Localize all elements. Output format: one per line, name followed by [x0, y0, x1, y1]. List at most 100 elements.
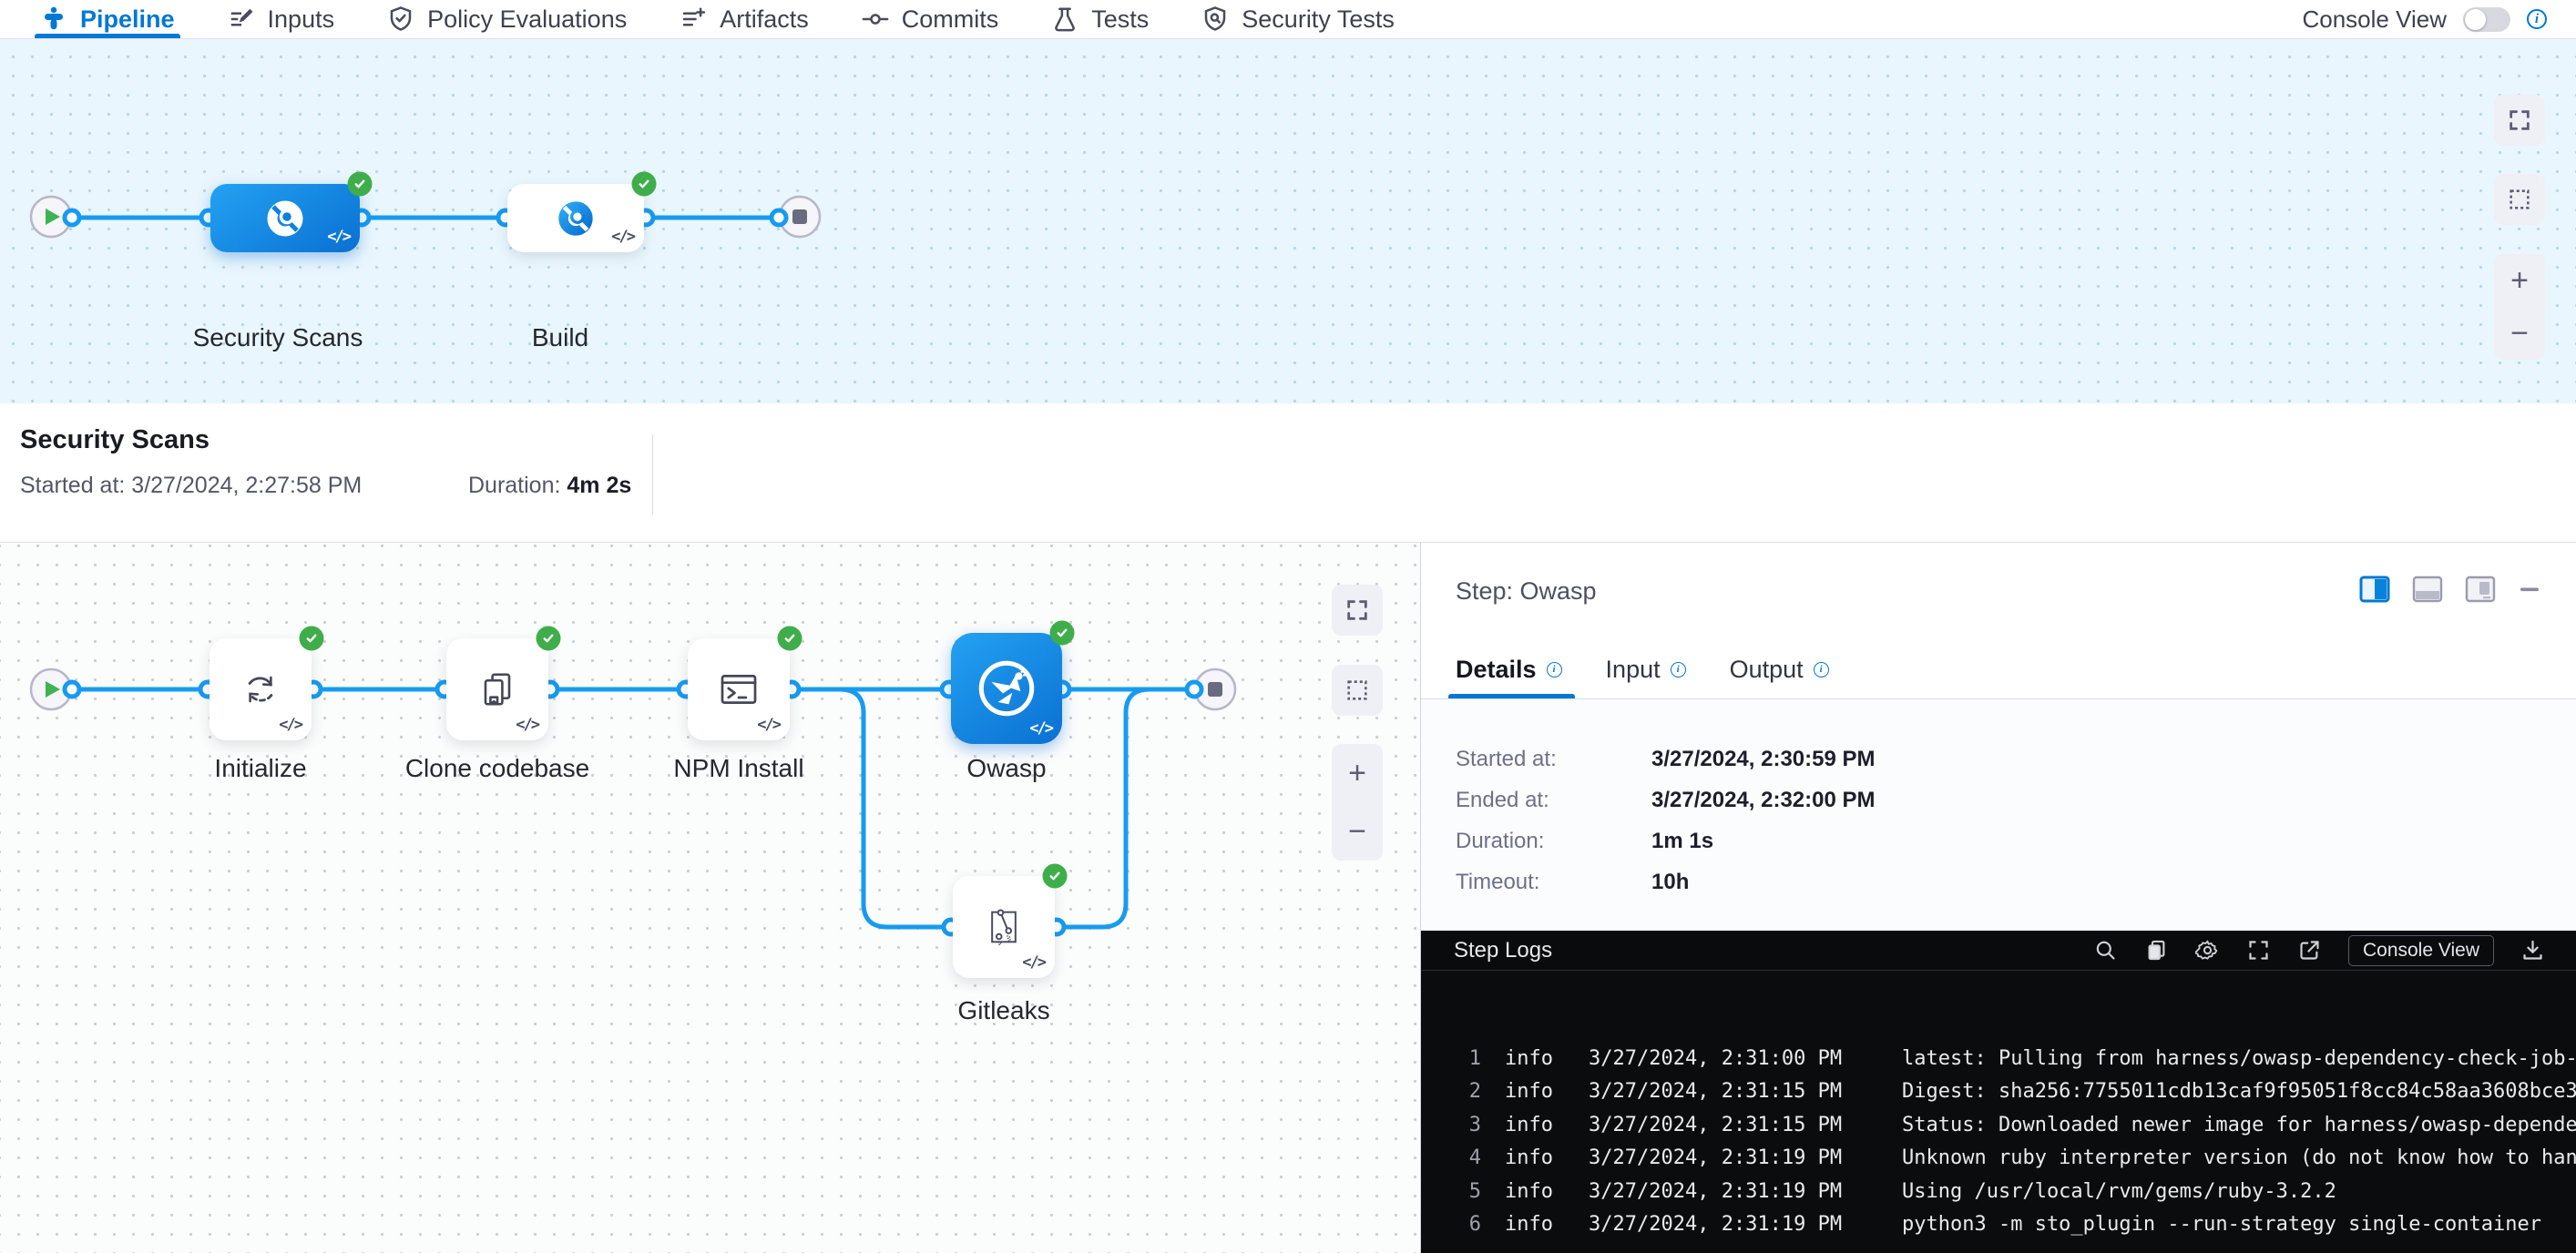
info-icon[interactable]: i	[1547, 662, 1562, 677]
tab-security-tests[interactable]: Security Tests	[1201, 0, 1395, 38]
zoom-out-button[interactable]: −	[1348, 816, 1366, 847]
search-icon[interactable]	[2093, 938, 2118, 963]
stage-graph-canvas[interactable]: </> Security Scans </> Build	[0, 39, 2576, 403]
step-label-gitleaks[interactable]: Gitleaks	[957, 996, 1049, 1025]
tab-tests[interactable]: Tests	[1051, 0, 1149, 38]
code-chip-icon: </>	[1022, 953, 1045, 972]
detail-value: 1m 1s	[1651, 829, 1713, 854]
tab-input[interactable]: Input i	[1606, 640, 1686, 698]
step-graph-canvas[interactable]: </> Initialize </> Clone codebase	[0, 543, 1421, 1253]
fullscreen-logs-icon[interactable]	[2246, 938, 2271, 963]
stage-connectors	[0, 39, 2576, 403]
console-view-button[interactable]: Console View	[2348, 935, 2494, 966]
tab-commits-label: Commits	[902, 5, 999, 34]
marquee-select-button[interactable]	[1332, 665, 1383, 716]
step-label-clone-codebase[interactable]: Clone codebase	[405, 754, 589, 783]
panel-window-controls	[2359, 576, 2541, 603]
tab-policy-evaluations[interactable]: Policy Evaluations	[387, 0, 627, 38]
layout-floating-icon[interactable]	[2465, 576, 2496, 603]
copy-icon[interactable]	[2144, 938, 2169, 963]
step-node-gitleaks[interactable]: </>	[953, 876, 1055, 978]
tab-pipeline[interactable]: Pipeline	[40, 0, 175, 38]
stage-node-security-scans[interactable]: </>	[210, 184, 360, 252]
zoom-out-button[interactable]: −	[2510, 318, 2529, 349]
log-level: info	[1505, 1146, 1558, 1169]
tab-output[interactable]: Output i	[1730, 640, 1829, 698]
step-node-owasp[interactable]: </>	[951, 633, 1062, 744]
check-icon	[541, 631, 557, 647]
info-icon[interactable]: i	[1814, 662, 1829, 677]
tab-inputs[interactable]: Inputs	[228, 0, 335, 38]
step-logs-body[interactable]: 1 info 3/27/2024, 2:31:00 PM latest: Pul…	[1421, 971, 2576, 1253]
policy-evaluations-icon	[387, 5, 414, 33]
marquee-select-button[interactable]	[2494, 174, 2545, 225]
tab-artifacts[interactable]: Artifacts	[680, 0, 809, 38]
layout-split-right-icon[interactable]	[2359, 576, 2390, 603]
gitleaks-icon	[978, 902, 1029, 952]
top-nav: Pipeline Inputs Policy Evaluations	[0, 0, 2576, 39]
nav-tabs: Pipeline Inputs Policy Evaluations	[40, 0, 1395, 38]
log-message: Digest: sha256:7755011cdb13caf9f95051f8c…	[1902, 1080, 2576, 1103]
step-node-npm-install[interactable]: </>	[688, 638, 790, 740]
inputs-icon	[228, 5, 255, 33]
fullscreen-icon	[1344, 597, 1370, 623]
info-icon[interactable]: i	[1671, 662, 1686, 677]
log-message: Using /usr/local/rvm/gems/ruby-3.2.2	[1902, 1180, 2336, 1203]
settings-gear-icon[interactable]	[2195, 938, 2220, 963]
tab-input-label: Input	[1606, 656, 1661, 684]
layout-split-bottom-icon[interactable]	[2412, 576, 2443, 603]
panel-header: Step: Owasp	[1421, 543, 2576, 699]
tab-details[interactable]: Details i	[1456, 640, 1562, 698]
step-logs-header: Step Logs Console View	[1421, 931, 2576, 971]
tab-artifacts-label: Artifacts	[720, 5, 809, 34]
log-line-number: 4	[1465, 1146, 1481, 1169]
console-view-toggle-label: Console View	[2302, 5, 2447, 34]
detail-value: 3/27/2024, 2:32:00 PM	[1651, 788, 1876, 813]
step-node-initialize[interactable]: </>	[210, 638, 312, 740]
stage-node-build[interactable]: </>	[507, 184, 644, 252]
log-message: Unknown ruby interpreter version (do not…	[1902, 1146, 2576, 1169]
step-node-clone-codebase[interactable]: </>	[446, 638, 548, 740]
stage-label-security-scans[interactable]: Security Scans	[193, 323, 363, 352]
workspace: </> Initialize </> Clone codebase	[0, 543, 2576, 1253]
zoom-in-button[interactable]: +	[2510, 265, 2529, 296]
step-logs-title: Step Logs	[1454, 938, 1552, 963]
log-line-number: 2	[1465, 1080, 1481, 1103]
check-icon	[1055, 626, 1070, 641]
commits-icon	[862, 5, 889, 33]
step-label-initialize[interactable]: Initialize	[214, 754, 306, 783]
step-label-npm-install[interactable]: NPM Install	[673, 754, 803, 783]
fullscreen-button[interactable]	[1332, 585, 1383, 636]
log-message: Status: Downloaded newer image for harne…	[1902, 1114, 2576, 1136]
code-chip-icon: </>	[1029, 719, 1052, 738]
log-line-number: 1	[1465, 1047, 1481, 1070]
detail-row-ended: Ended at: 3/27/2024, 2:32:00 PM	[1456, 788, 1876, 813]
zoom-in-button[interactable]: +	[1348, 758, 1366, 789]
detail-label: Duration:	[1456, 829, 1651, 854]
security-tests-icon	[1201, 5, 1229, 33]
download-logs-icon[interactable]	[2520, 938, 2545, 963]
log-timestamp: 3/27/2024, 2:31:00 PM	[1589, 1047, 1860, 1070]
open-in-new-icon[interactable]	[2297, 938, 2322, 963]
detail-row-timeout: Timeout: 10h	[1456, 870, 1689, 895]
code-chip-icon: </>	[516, 716, 538, 734]
detail-label: Started at:	[1456, 747, 1651, 772]
success-badge	[348, 172, 373, 197]
log-timestamp: 3/27/2024, 2:31:15 PM	[1589, 1080, 1860, 1103]
stage-started-at: Started at: 3/27/2024, 2:27:58 PM	[20, 473, 362, 499]
stage-label-build[interactable]: Build	[532, 323, 588, 352]
security-stage-icon	[263, 197, 307, 240]
tab-commits[interactable]: Commits	[862, 0, 999, 38]
step-logs-section: Step Logs Console View	[1421, 931, 2576, 1253]
log-level: info	[1505, 1213, 1558, 1236]
minimize-panel-icon[interactable]	[2518, 576, 2541, 603]
step-label-owasp[interactable]: Owasp	[966, 754, 1046, 783]
fullscreen-button[interactable]	[2494, 95, 2545, 146]
code-chip-icon: </>	[611, 228, 634, 246]
console-view-toggle[interactable]	[2463, 7, 2510, 32]
check-icon	[1048, 869, 1063, 884]
divider	[652, 434, 653, 514]
info-icon[interactable]: i	[2527, 9, 2547, 29]
stage-duration-label: Duration:	[468, 473, 560, 498]
artifacts-icon	[680, 5, 707, 33]
